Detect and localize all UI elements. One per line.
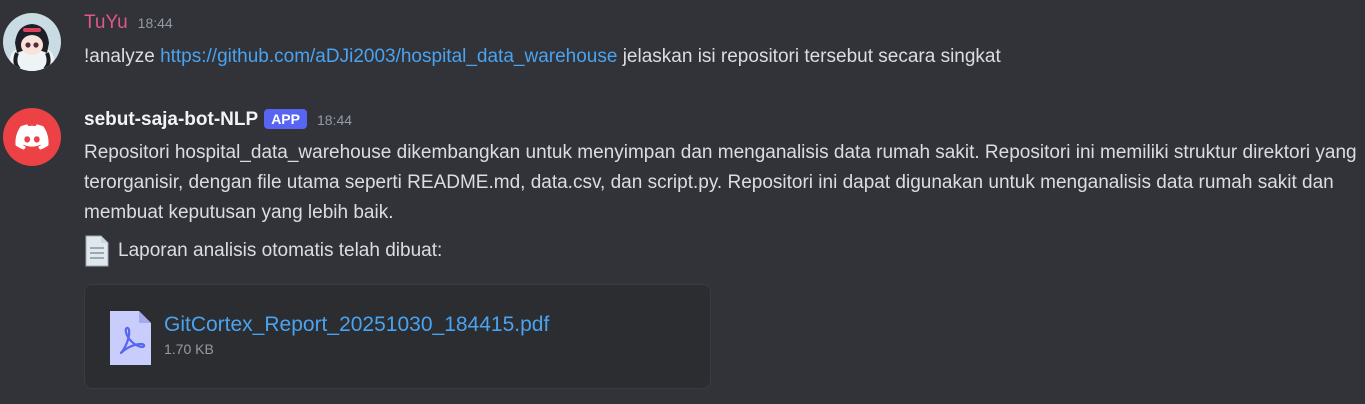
repo-link[interactable]: https://github.com/aDJi2003/hospital_dat… [160, 46, 617, 67]
user-avatar[interactable] [3, 13, 61, 71]
discord-logo-icon [15, 124, 49, 150]
message-header: sebut-saja-bot-NLP APP 18:44 [84, 109, 352, 131]
message-text: jelaskan isi repositori tersebut secara … [622, 46, 1001, 67]
file-name-link[interactable]: GitCortex_Report_20251030_184415.pdf [164, 313, 549, 337]
report-notice: Laporan analisis otomatis telah dibuat: [84, 235, 442, 267]
page-facing-up-icon [85, 235, 109, 267]
bot-message-content: Repositori hospital_data_warehouse dikem… [84, 142, 1357, 223]
message-user: TuYu 18:44 !analyze https://github.com/a… [0, 0, 1365, 80]
bot-avatar[interactable] [3, 108, 61, 166]
report-notice-text: Laporan analisis otomatis telah dibuat: [118, 240, 443, 261]
command-text: !analyze [84, 46, 155, 67]
timestamp: 18:44 [316, 112, 353, 128]
username[interactable]: TuYu [84, 12, 128, 34]
file-size: 1.70 KB [164, 341, 214, 357]
anime-avatar-icon [3, 13, 61, 71]
bot-username[interactable]: sebut-saja-bot-NLP [84, 109, 258, 131]
app-badge: APP [264, 109, 307, 129]
timestamp: 18:44 [137, 15, 173, 31]
message-header: TuYu 18:44 [84, 12, 173, 34]
pdf-file-icon [110, 311, 151, 365]
message-content: !analyze https://github.com/aDJi2003/hos… [84, 42, 1364, 72]
chat-messages: TuYu 18:44 !analyze https://github.com/a… [0, 0, 1365, 404]
file-attachment[interactable]: GitCortex_Report_20251030_184415.pdf 1.7… [84, 284, 711, 389]
